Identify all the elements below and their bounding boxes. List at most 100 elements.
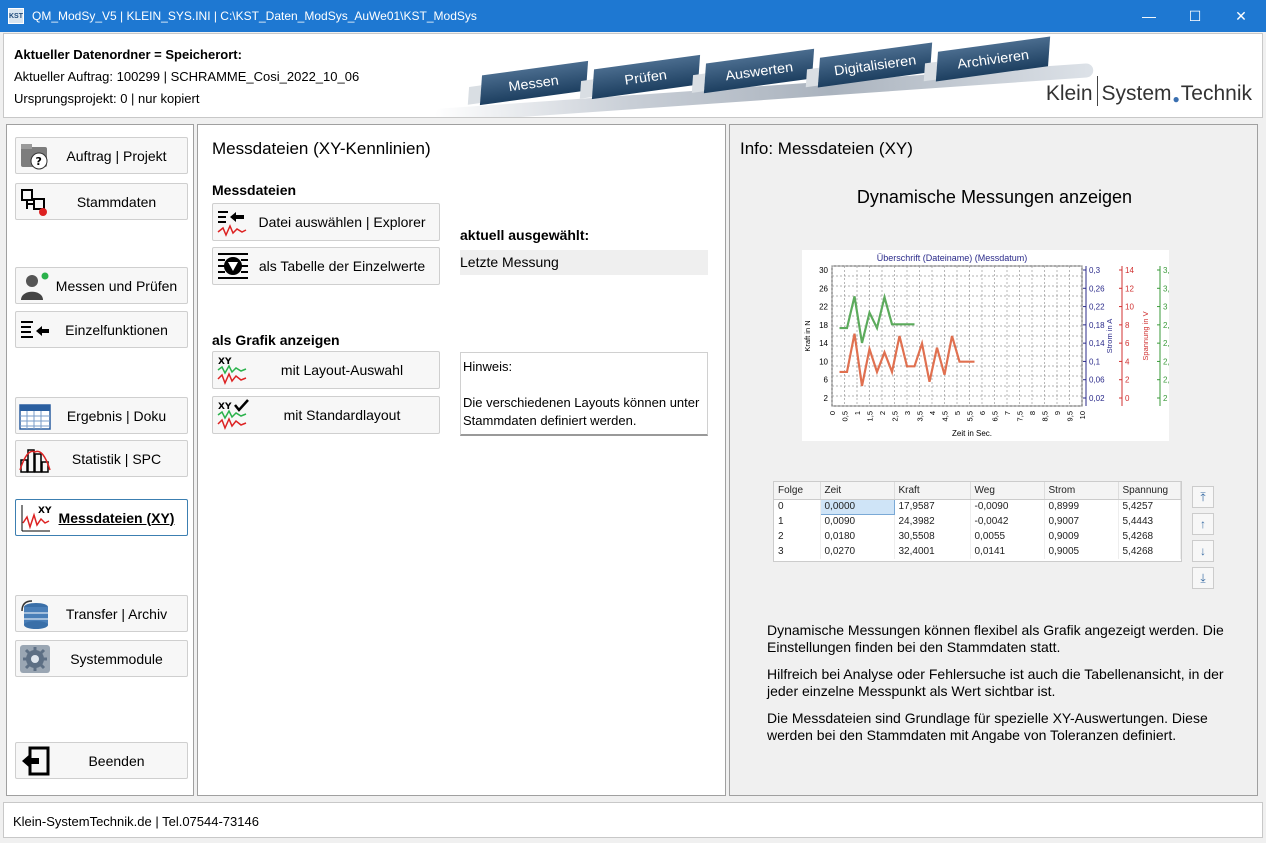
x-tick-label: 5 [953, 411, 962, 415]
x-tick-label: 3 [903, 411, 912, 415]
x-tick-label: 5,5 [966, 411, 975, 421]
y-tick-label: 8 [1125, 321, 1130, 330]
cell: 0,0141 [970, 544, 1045, 559]
standard-layout-label: mit Standardlayout [283, 407, 401, 423]
xy-chart-icon: XY [215, 354, 251, 386]
last-row-icon[interactable]: ⤓ [1192, 567, 1214, 589]
col-kraft: Kraft [894, 482, 971, 500]
cell: 17,9587 [894, 499, 971, 514]
col-zeit: Zeit [820, 482, 895, 500]
sidebar-item-einzelfunktionen[interactable]: Einzelfunktionen [15, 311, 188, 348]
exit-icon [18, 746, 52, 776]
y-axis-label: Spannung in V [1141, 311, 1150, 360]
next-row-icon[interactable]: ↓ [1192, 540, 1214, 562]
info-paragraph: Dynamische Messungen können flexibel als… [767, 622, 1224, 655]
x-tick-label: 1 [853, 411, 862, 415]
title-bar: KST QM_ModSy_V5 | KLEIN_SYS.INI | C:\KST… [0, 0, 1266, 32]
sidebar-item-label: Einzelfunktionen [65, 321, 168, 338]
cell: 0,9007 [1044, 514, 1119, 529]
cell: 30,5508 [894, 529, 971, 544]
sidebar-item-messen-pruefen[interactable]: Messen und Prüfen [15, 267, 188, 304]
y-tick-label: 10 [1125, 303, 1134, 312]
sidebar-item-label: Stammdaten [76, 193, 157, 210]
cell: 0,9005 [1044, 544, 1119, 559]
cell[interactable]: 0,0000 [819, 498, 895, 515]
sidebar-item-stammdaten[interactable]: Stammdaten [15, 183, 188, 220]
col-weg: Weg [970, 482, 1045, 500]
sidebar-item-systemmodule[interactable]: Systemmodule [15, 640, 188, 677]
table-nav: ⤒ ↑ ↓ ⤓ [1192, 486, 1214, 594]
svg-text:XY: XY [38, 506, 52, 516]
cell: 5,4443 [1118, 514, 1181, 529]
select-file-button[interactable]: Datei auswählen | Explorer [212, 203, 440, 241]
y-tick-label: 0,22 [1089, 303, 1105, 312]
sidebar-item-label: Ergebnis | Doku [66, 407, 167, 424]
maximize-button[interactable]: ☐ [1172, 0, 1218, 32]
select-file-label: Datei auswählen | Explorer [258, 214, 426, 230]
y-axis-label: Kraft in N [803, 320, 812, 351]
y-tick-label: 2 [824, 394, 829, 403]
sidebar-item-messdateien[interactable]: XY Messdateien (XY) [15, 499, 188, 536]
origin-project: Ursprungsprojekt: 0 | nur kopiert [14, 91, 200, 106]
status-bar: Klein-SystemTechnik.de | Tel.07544-73146 [3, 802, 1263, 838]
y-tick-label: 2,2 [1163, 376, 1169, 385]
x-tick-label: 9,5 [1066, 411, 1075, 421]
y-tick-label: 22 [819, 303, 828, 312]
x-tick-label: 10 [1078, 411, 1087, 419]
sidebar-item-auftrag[interactable]: ? Auftrag | Projekt [15, 137, 188, 174]
sidebar-item-label: Messen und Prüfen [55, 277, 178, 294]
sidebar-item-transfer[interactable]: Transfer | Archiv [15, 595, 188, 632]
y-tick-label: 0,14 [1089, 339, 1105, 348]
table-row[interactable]: 3 0,0270 32,4001 0,0141 0,9005 5,4268 [774, 544, 1181, 559]
cell: 0 [774, 499, 821, 514]
header-info: Aktueller Datenordner = Speicherort: Akt… [14, 44, 359, 110]
sidebar-item-ergebnis[interactable]: Ergebnis | Doku [15, 397, 188, 434]
table-row[interactable]: 2 0,0180 30,5508 0,0055 0,9009 5,4268 [774, 529, 1181, 544]
app-icon: KST [8, 8, 24, 24]
current-order: Aktueller Auftrag: 100299 | SCHRAMME_Cos… [14, 69, 360, 84]
table-view-button[interactable]: als Tabelle der Einzelwerte [212, 247, 440, 285]
sidebar-item-statistik[interactable]: Statistik | SPC [15, 440, 188, 477]
chart-title: Überschrift (Dateiname) (Messdatum) [877, 253, 1028, 263]
standard-layout-button[interactable]: XY mit Standardlayout [212, 396, 440, 434]
sidebar-item-label: Messdateien (XY) [58, 509, 175, 526]
layout-select-button[interactable]: XY mit Layout-Auswahl [212, 351, 440, 389]
database-icon [18, 599, 52, 629]
cell: -0,0042 [970, 514, 1045, 529]
minimize-button[interactable]: — [1126, 0, 1172, 32]
y-tick-label: 0,18 [1089, 321, 1105, 330]
close-button[interactable]: ✕ [1218, 0, 1264, 32]
prev-row-icon[interactable]: ↑ [1192, 513, 1214, 535]
sidebar: ? Auftrag | Projekt Stammdaten Messen un… [6, 124, 194, 796]
cell: 5,4268 [1118, 544, 1181, 559]
x-tick-label: 0 [828, 411, 837, 415]
data-table: Folge Zeit Kraft Weg Strom Spannung 0 0,… [774, 482, 1181, 559]
sidebar-item-label: Transfer | Archiv [65, 605, 168, 622]
sidebar-item-beenden[interactable]: Beenden [15, 742, 188, 779]
x-tick-label: 3,5 [916, 411, 925, 421]
table-header-row: Folge Zeit Kraft Weg Strom Spannung [774, 482, 1181, 500]
cell: 2 [774, 529, 821, 544]
y-tick-label: 2,6 [1163, 339, 1169, 348]
xy-chart-icon: XY [18, 503, 52, 533]
info-title: Info: Messdateien (XY) [740, 139, 913, 158]
x-tick-label: 2 [878, 411, 887, 415]
chart-svg: Überschrift (Dateiname) (Messdatum)0 0,5 1… [803, 253, 1188, 438]
cell: 0,8999 [1044, 499, 1119, 514]
info-paragraph: Hilfreich bei Analyse oder Fehlersuche i… [767, 666, 1224, 699]
table-view-label: als Tabelle der Einzelwerte [258, 258, 426, 274]
hint-text: Die verschiedenen Layouts können unter S… [463, 395, 700, 428]
info-paragraph: Die Messdateien sind Grundlage für spezi… [767, 710, 1208, 743]
table-row[interactable]: 0 0,0000 17,9587 -0,0090 0,8999 5,4257 [774, 498, 1181, 515]
cell: 0,0090 [820, 514, 895, 529]
table-row[interactable]: 1 0,0090 24,3982 -0,0042 0,9007 5,4443 [774, 514, 1181, 529]
y-tick-label: 0,3 [1089, 266, 1101, 275]
cell: 0,0180 [820, 529, 895, 544]
x-tick-label: 1,5 [866, 411, 875, 421]
x-tick-label: 8 [1028, 411, 1037, 415]
y-tick-label: 0,1 [1089, 357, 1101, 366]
y-tick-label: 3,2 [1163, 284, 1169, 293]
first-row-icon[interactable]: ⤒ [1192, 486, 1214, 508]
company-logo: Klein System ● Technik [1046, 76, 1252, 106]
x-tick-label: 2,5 [891, 411, 900, 421]
